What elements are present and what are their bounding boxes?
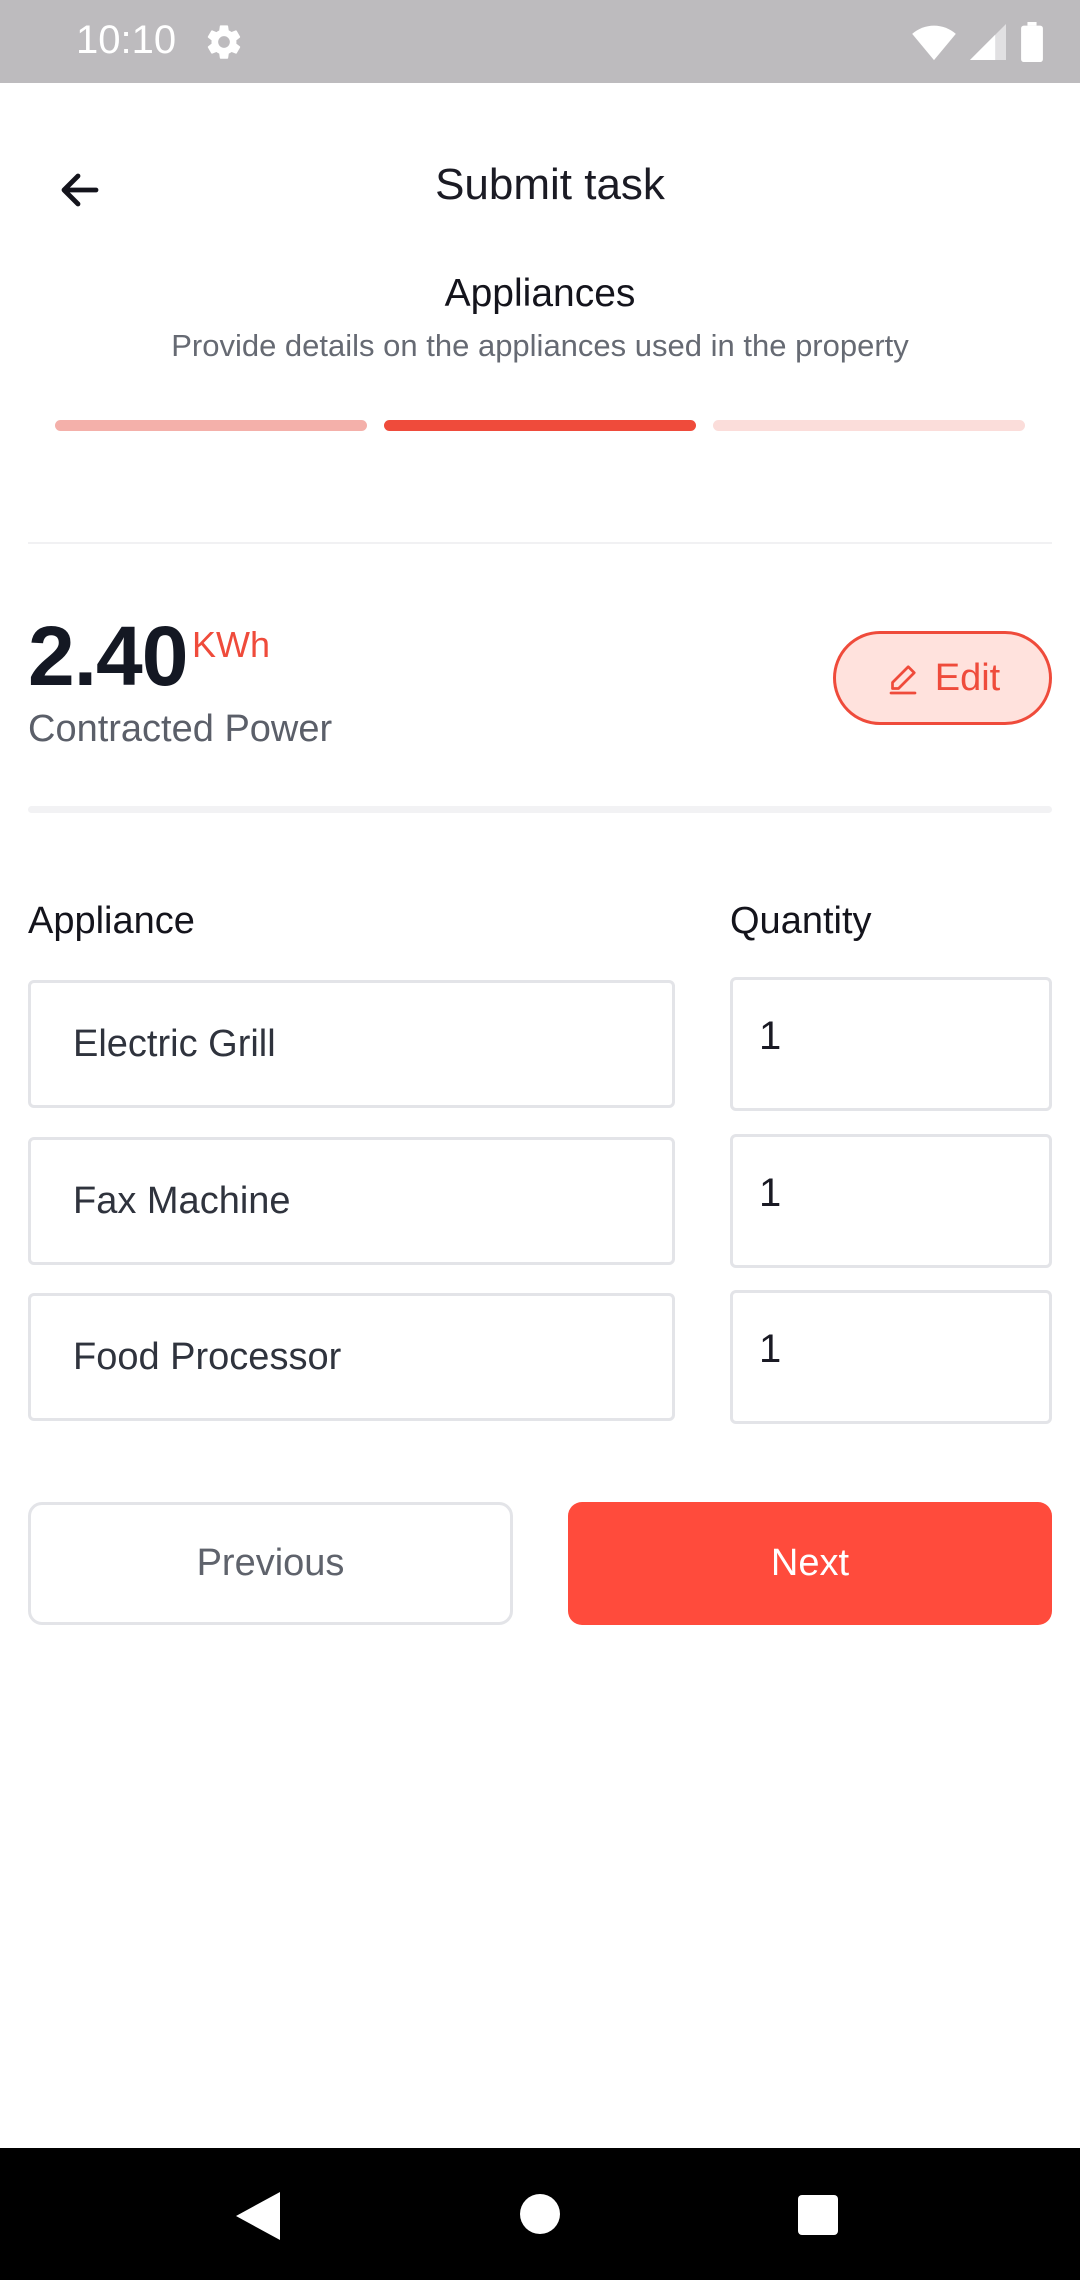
edit-button-label: Edit (934, 656, 1001, 699)
status-bar: 10:10 (0, 0, 1080, 83)
nav-back-icon[interactable] (236, 2192, 280, 2240)
step-title: Appliances (444, 272, 636, 315)
step-progress (55, 420, 1025, 431)
quantity-field[interactable]: 1 (730, 977, 1052, 1111)
quantity-field[interactable]: 1 (730, 1134, 1052, 1268)
progress-step-3 (713, 420, 1025, 431)
battery-icon (1021, 22, 1043, 62)
nav-recents-icon[interactable] (798, 2195, 838, 2235)
step-subtitle: Provide details on the appliances used i… (171, 328, 909, 363)
pencil-icon (889, 665, 917, 695)
appliance-field[interactable]: Electric Grill (28, 980, 675, 1108)
signal-icon (970, 24, 1006, 60)
quantity-column-header: Quantity (730, 900, 872, 942)
wifi-icon (912, 25, 956, 61)
quantity-field[interactable]: 1 (730, 1290, 1052, 1424)
page-title: Submit task (435, 160, 665, 209)
status-time: 10:10 (76, 18, 177, 62)
screen: 10:10 Submit task Appliances Provide det… (0, 0, 1080, 2280)
edit-button[interactable]: Edit (833, 631, 1052, 725)
status-icons (912, 20, 1044, 64)
power-value: 2.40 (28, 609, 188, 703)
power-unit: KWh (192, 624, 271, 665)
appliance-column-header: Appliance (28, 900, 195, 942)
appliance-field[interactable]: Food Processor (28, 1293, 675, 1421)
section-divider (28, 806, 1052, 813)
gear-icon (207, 25, 241, 59)
progress-step-2 (384, 420, 696, 431)
power-label: Contracted Power (28, 708, 333, 750)
divider (28, 542, 1052, 544)
progress-step-1 (55, 420, 367, 431)
next-button[interactable]: Next (568, 1502, 1052, 1625)
appliance-field[interactable]: Fax Machine (28, 1137, 675, 1265)
nav-home-icon[interactable] (520, 2194, 560, 2234)
previous-button[interactable]: Previous (28, 1502, 513, 1625)
